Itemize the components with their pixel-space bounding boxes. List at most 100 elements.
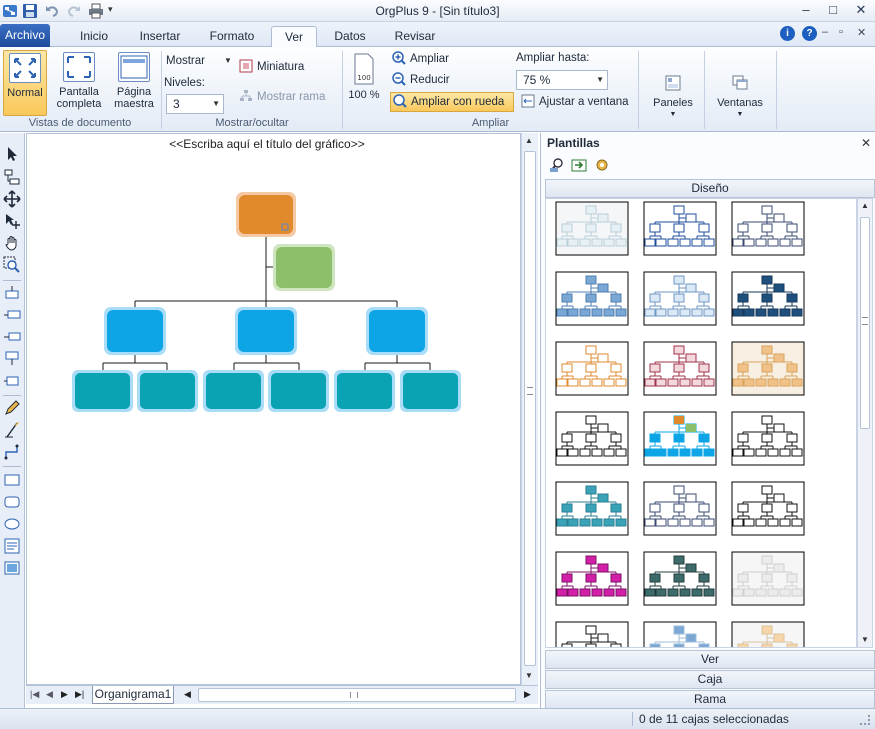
- org-box-level3-1[interactable]: [75, 373, 130, 409]
- template-thumb[interactable]: [731, 551, 805, 606]
- org-box-level3-2[interactable]: [140, 373, 195, 409]
- gallery-scrollbar[interactable]: ▲ ▼: [857, 198, 873, 648]
- tab-formato[interactable]: Formato: [204, 26, 260, 47]
- doc-minimize-button[interactable]: –: [822, 26, 828, 38]
- template-thumb[interactable]: [731, 341, 805, 396]
- template-thumb[interactable]: [643, 481, 717, 536]
- org-box-level2-2[interactable]: [238, 310, 294, 352]
- template-thumb[interactable]: [555, 271, 629, 326]
- niveles-combo[interactable]: 3 ▼: [166, 94, 224, 114]
- pen-tool-icon[interactable]: [3, 399, 21, 417]
- template-thumb[interactable]: [731, 481, 805, 536]
- section-ver[interactable]: Ver: [545, 650, 875, 669]
- select-move-tool-icon[interactable]: [3, 212, 21, 230]
- template-thumb[interactable]: [555, 341, 629, 396]
- line-tool-icon[interactable]: [3, 421, 21, 439]
- sheet-tab-organigrama1[interactable]: Organigrama1: [92, 686, 174, 704]
- template-thumb[interactable]: [643, 341, 717, 396]
- tab-revisar[interactable]: Revisar: [386, 26, 444, 47]
- pointer-tool-icon[interactable]: [3, 145, 21, 163]
- mostrar-rama-button[interactable]: Mostrar rama: [239, 88, 325, 106]
- template-thumb[interactable]: [643, 551, 717, 606]
- template-thumb[interactable]: [555, 201, 629, 256]
- scroll-down-icon[interactable]: ▼: [861, 635, 869, 644]
- chart-canvas[interactable]: <<Escriba aquí el título del gráfico>>: [26, 133, 521, 685]
- org-box-level3-3[interactable]: [206, 373, 261, 409]
- miniatura-button[interactable]: Miniatura: [239, 58, 304, 76]
- tab-archivo[interactable]: Archivo: [0, 24, 50, 47]
- org-box-assistant[interactable]: [276, 247, 332, 288]
- box-group-tool-icon[interactable]: [3, 372, 21, 390]
- prev-sheet-icon[interactable]: ◀: [46, 689, 53, 700]
- minimize-button[interactable]: –: [795, 2, 817, 19]
- import-template-icon[interactable]: [571, 157, 587, 173]
- section-caja[interactable]: Caja: [545, 670, 875, 689]
- zoom-100-button[interactable]: 100 100 %: [346, 52, 382, 101]
- master-page-button[interactable]: Página maestra: [110, 52, 158, 110]
- subordinate-tool-icon[interactable]: [3, 168, 21, 186]
- scrollbar-thumb[interactable]: [524, 151, 536, 666]
- tab-inicio[interactable]: Inicio: [70, 26, 118, 47]
- template-thumb[interactable]: [555, 551, 629, 606]
- box-sub-tool-icon[interactable]: [3, 350, 21, 368]
- last-sheet-icon[interactable]: ▶|: [75, 689, 84, 700]
- rectangle-tool-icon[interactable]: [3, 471, 21, 489]
- zoom-tool-icon[interactable]: [3, 256, 21, 274]
- box-top-tool-icon[interactable]: [3, 284, 21, 302]
- section-diseno[interactable]: Diseño: [545, 179, 875, 198]
- mostrar-arrow-icon[interactable]: ▼: [224, 56, 232, 65]
- ellipse-tool-icon[interactable]: [3, 515, 21, 533]
- box-peer-tool-icon[interactable]: [3, 306, 21, 324]
- zoom-combo[interactable]: 75 % ▼: [516, 70, 608, 90]
- canvas-vertical-scrollbar[interactable]: ▲ ▼: [521, 133, 538, 685]
- tab-ver[interactable]: Ver: [271, 26, 317, 47]
- template-settings-icon[interactable]: [594, 157, 610, 173]
- template-thumb[interactable]: [731, 271, 805, 326]
- doc-restore-button[interactable]: ▫: [839, 26, 843, 38]
- template-thumb[interactable]: [643, 271, 717, 326]
- ventanas-button[interactable]: Ventanas ▼: [710, 75, 770, 121]
- reducir-button[interactable]: Reducir: [392, 71, 450, 89]
- info-icon[interactable]: i: [780, 26, 795, 41]
- close-button[interactable]: ✕: [850, 2, 872, 19]
- connector-tool-icon[interactable]: [3, 443, 21, 461]
- normal-view-button[interactable]: Normal: [3, 50, 47, 116]
- tab-datos[interactable]: Datos: [326, 26, 374, 47]
- maximize-button[interactable]: □: [822, 2, 844, 19]
- ampliar-button[interactable]: Ampliar: [392, 50, 449, 68]
- ajustar-ventana-button[interactable]: Ajustar a ventana: [521, 93, 629, 111]
- text-box-tool-icon[interactable]: [3, 537, 21, 555]
- template-thumb[interactable]: [731, 621, 805, 648]
- template-thumb[interactable]: [555, 411, 629, 466]
- scroll-up-icon[interactable]: ▲: [525, 136, 533, 145]
- template-thumb[interactable]: [643, 201, 717, 256]
- org-box-level3-4[interactable]: [271, 373, 326, 409]
- org-box-level3-5[interactable]: [337, 373, 392, 409]
- scroll-down-icon[interactable]: ▼: [525, 671, 533, 680]
- template-thumb[interactable]: [555, 621, 629, 648]
- template-thumb[interactable]: [643, 621, 717, 648]
- scroll-up-icon[interactable]: ▲: [861, 201, 869, 210]
- template-thumb[interactable]: [555, 481, 629, 536]
- tab-insertar[interactable]: Insertar: [132, 26, 188, 47]
- template-thumb[interactable]: [731, 201, 805, 256]
- hand-tool-icon[interactable]: [3, 234, 21, 252]
- template-thumb[interactable]: [643, 411, 717, 466]
- template-gallery[interactable]: [545, 198, 857, 648]
- first-sheet-icon[interactable]: |◀: [30, 689, 39, 700]
- resize-grip-icon[interactable]: [860, 715, 870, 725]
- org-box-level2-1[interactable]: [107, 310, 163, 352]
- close-panel-icon[interactable]: ✕: [861, 136, 871, 150]
- full-screen-button[interactable]: Pantalla completa: [54, 52, 104, 110]
- org-box-root[interactable]: [239, 195, 293, 234]
- next-sheet-icon[interactable]: ▶: [61, 689, 68, 700]
- image-tool-icon[interactable]: [3, 559, 21, 577]
- org-box-level3-6[interactable]: [403, 373, 458, 409]
- search-template-icon[interactable]: [549, 157, 565, 173]
- rounded-rectangle-tool-icon[interactable]: [3, 493, 21, 511]
- move-tool-icon[interactable]: [3, 190, 21, 208]
- template-thumb[interactable]: [731, 411, 805, 466]
- paneles-button[interactable]: Paneles ▼: [646, 75, 700, 121]
- scroll-right-icon[interactable]: ▶: [524, 689, 531, 700]
- org-box-level2-3[interactable]: [369, 310, 425, 352]
